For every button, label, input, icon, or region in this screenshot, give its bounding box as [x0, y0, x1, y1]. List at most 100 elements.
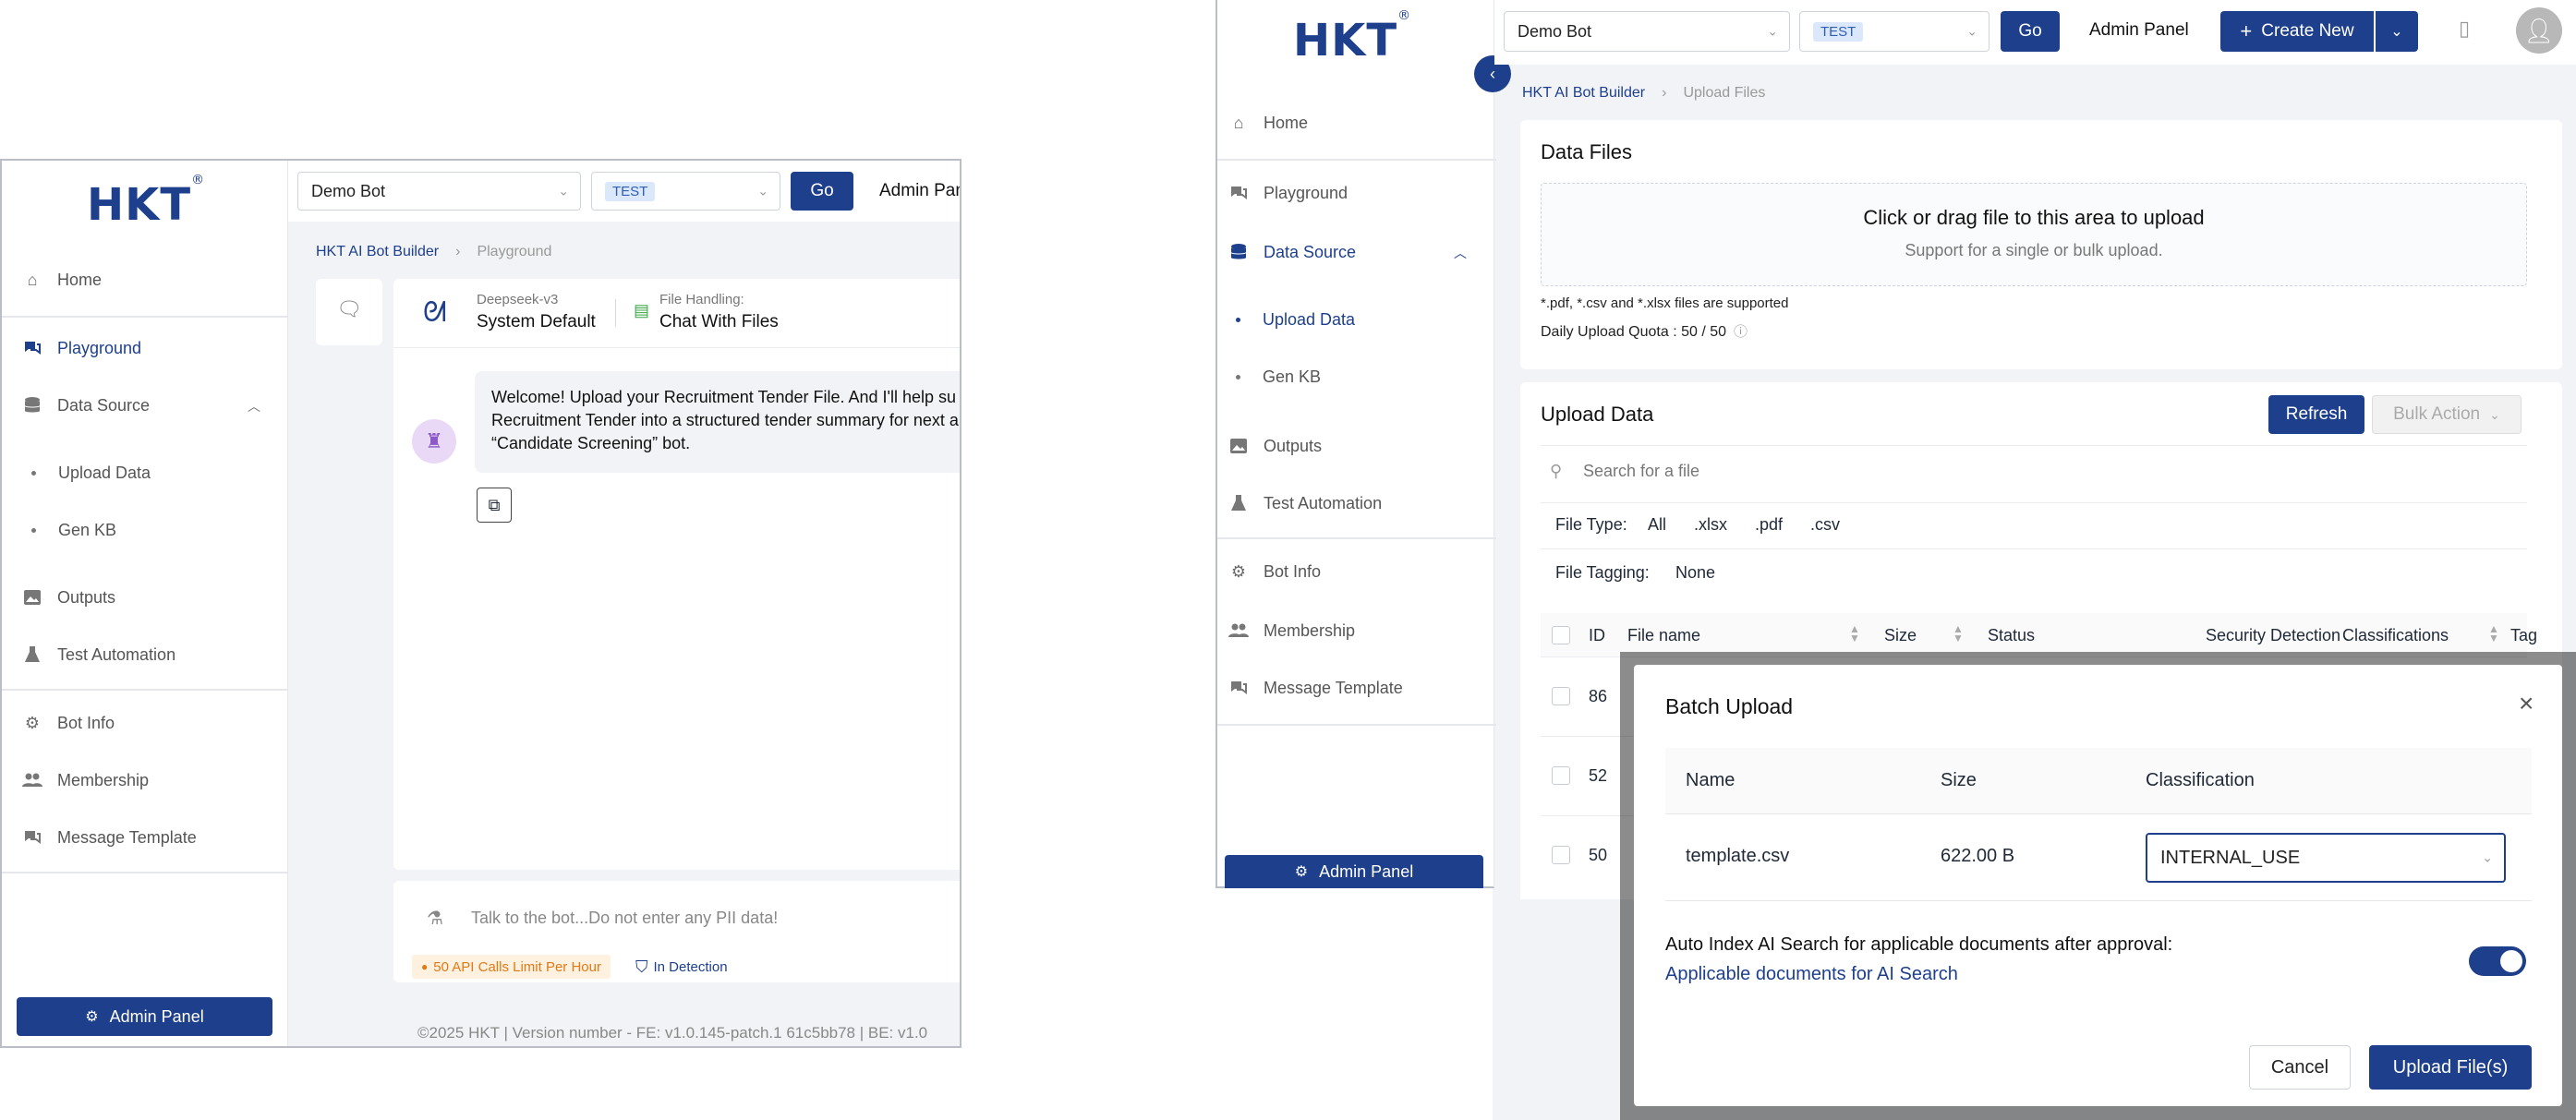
row-checkbox[interactable] [1552, 687, 1570, 705]
right-admin-panel-button[interactable]: ⚙ Admin Panel [1225, 855, 1483, 888]
image-icon [1228, 436, 1249, 456]
home-icon: ⌂ [27, 270, 38, 289]
create-new-dropdown[interactable]: ⌄ [2376, 11, 2418, 52]
avatar[interactable]: 👤︎ [2516, 7, 2562, 54]
sort-icon[interactable]: ▲ ▼ [1849, 623, 1860, 644]
auto-index-toggle[interactable] [2469, 946, 2526, 976]
api-limit-badge: ● 50 API Calls Limit Per Hour [412, 955, 611, 979]
chat-panel: ᘛ Deepseek-v3 System Default ▤ File Hand… [393, 279, 960, 870]
left-nav-playground[interactable]: Playground [22, 338, 141, 358]
data-files-title: Data Files [1541, 140, 1633, 163]
right-nav-membership[interactable]: Membership [1228, 620, 1355, 641]
database-icon [1228, 242, 1249, 262]
users-icon [1228, 620, 1249, 641]
users-icon [22, 770, 42, 790]
left-nav-test-automation[interactable]: Test Automation [22, 644, 175, 665]
left-nav-membership[interactable]: Membership [22, 770, 149, 790]
info-icon[interactable]: ⓘ [1734, 324, 1748, 340]
model-label: Deepseek-v3 [477, 292, 559, 307]
gear-icon: ⚙ [1230, 561, 1247, 581]
applicable-documents-link[interactable]: Applicable documents for AI Search [1665, 964, 1958, 985]
upload-files-button[interactable]: Upload File(s) [2369, 1045, 2532, 1090]
classification-select[interactable]: INTERNAL_USE ⌄ [2146, 833, 2506, 883]
file-type-csv[interactable]: .csv [1810, 515, 1840, 535]
right-nav-test-automation[interactable]: Test Automation [1228, 493, 1382, 513]
left-nav-bot-info[interactable]: ⚙ Bot Info [22, 713, 115, 733]
right-nav-outputs[interactable]: Outputs [1228, 436, 1322, 456]
right-nav-playground[interactable]: Playground [1228, 183, 1348, 203]
right-nav-upload-data[interactable]: Upload Data [1236, 310, 1355, 330]
left-nav-home[interactable]: ⌂ Home [22, 270, 102, 290]
auto-index-label: Auto Index AI Search for applicable docu… [1665, 934, 2173, 955]
upload-data-title: Upload Data [1541, 403, 1654, 426]
modal-title: Batch Upload [1665, 694, 1794, 718]
upload-dropzone[interactable]: Click or drag file to this area to uploa… [1541, 183, 2527, 286]
flask-icon: ⚗ [427, 909, 443, 929]
left-admin-panel-link[interactable]: Admin Panel [879, 181, 960, 201]
plus-icon: + [2240, 19, 2253, 42]
breadcrumb-root[interactable]: HKT AI Bot Builder [316, 244, 439, 260]
left-go-button[interactable]: Go [791, 172, 853, 211]
left-bot-select[interactable]: Demo Bot ⌄ [297, 172, 581, 211]
right-nav-message-template[interactable]: Message Template [1228, 678, 1403, 698]
file-type-xlsx[interactable]: .xlsx [1694, 515, 1727, 535]
messages-icon [22, 827, 42, 848]
bulk-action-button[interactable]: Bulk Action ⌄ [2372, 395, 2522, 434]
right-nav-home[interactable]: ⌂ Home [1228, 113, 1308, 133]
breadcrumb-root[interactable]: HKT AI Bot Builder [1522, 85, 1645, 102]
model-icon: ᘛ [423, 297, 447, 328]
modal-table-header: Name Size Classification [1665, 748, 2532, 814]
chat-history-rail: 🗨 [316, 279, 382, 345]
file-type-pdf[interactable]: .pdf [1755, 515, 1783, 535]
right-bot-select[interactable]: Demo Bot ⌄ [1504, 11, 1790, 52]
chat-icon [1228, 183, 1249, 203]
select-all-checkbox[interactable] [1552, 626, 1570, 644]
copy-icon[interactable]: ⧉ [477, 488, 512, 523]
modal-table-row: template.csv 622.00 B INTERNAL_USE ⌄ [1665, 814, 2532, 901]
file-tagging-label: File Tagging: [1555, 563, 1650, 582]
left-admin-panel-button[interactable]: ⚙ Admin Panel [17, 997, 272, 1036]
right-nav-bot-info[interactable]: ⚙ Bot Info [1228, 561, 1321, 582]
chevron-down-icon: ⌄ [757, 183, 768, 199]
model-value[interactable]: System Default [477, 312, 596, 332]
close-icon[interactable]: × [2519, 689, 2534, 718]
detection-status: ⛉ In Detection [635, 957, 728, 976]
left-footer: ©2025 HKT | Version number - FE: v1.0.14… [417, 1024, 928, 1042]
file-tagging-none[interactable]: None [1675, 563, 1715, 583]
chevron-down-icon: ⌄ [2482, 849, 2493, 865]
right-env-select[interactable]: TEST ⌄ [1799, 11, 1989, 52]
left-nav-gen-kb[interactable]: Gen KB [31, 521, 116, 540]
chevron-up-icon[interactable]: ︿ [248, 397, 260, 415]
right-go-button[interactable]: Go [2001, 11, 2060, 52]
flask-icon [1228, 493, 1249, 513]
search-icon: ⚲ [1550, 462, 1563, 480]
chat-input[interactable]: Talk to the bot...Do not enter any PII d… [471, 909, 778, 928]
right-admin-panel-link[interactable]: Admin Panel [2089, 20, 2189, 41]
sort-icon[interactable]: ▲ ▼ [2488, 623, 2499, 644]
left-nav-upload-data[interactable]: Upload Data [31, 464, 151, 483]
sort-icon[interactable]: ▲ ▼ [1953, 623, 1964, 644]
chevron-down-icon: ⌄ [1767, 23, 1778, 39]
gear-icon: ⚙ [1294, 864, 1309, 880]
create-new-button[interactable]: + Create New [2220, 11, 2374, 52]
left-nav-message-template[interactable]: Message Template [22, 827, 197, 848]
chevron-up-icon[interactable]: ︿ [1454, 244, 1467, 262]
right-logo: HKT® [1293, 8, 1412, 66]
left-env-select[interactable]: TEST ⌄ [591, 172, 780, 211]
right-nav-data-source[interactable]: Data Source [1228, 242, 1356, 262]
row-checkbox[interactable] [1552, 846, 1570, 864]
data-files-card: Data Files Click or drag file to this ar… [1520, 120, 2562, 369]
left-nav-outputs[interactable]: Outputs [22, 587, 115, 608]
chat-history-icon[interactable]: 🗨 [336, 297, 362, 321]
file-handling-label: File Handling: [659, 292, 744, 307]
right-nav-gen-kb[interactable]: Gen KB [1236, 367, 1321, 387]
row-checkbox[interactable] [1552, 766, 1570, 785]
search-input[interactable]: Search for a file [1583, 462, 1699, 481]
cancel-button[interactable]: Cancel [2249, 1045, 2351, 1090]
bot-avatar: ♜ [412, 419, 456, 464]
book-icon[interactable]: ▯ [2459, 17, 2470, 41]
file-handling-value[interactable]: Chat With Files [659, 312, 779, 332]
file-type-all[interactable]: All [1648, 515, 1666, 535]
refresh-button[interactable]: Refresh [2268, 395, 2364, 434]
left-nav-data-source[interactable]: Data Source [22, 395, 150, 415]
